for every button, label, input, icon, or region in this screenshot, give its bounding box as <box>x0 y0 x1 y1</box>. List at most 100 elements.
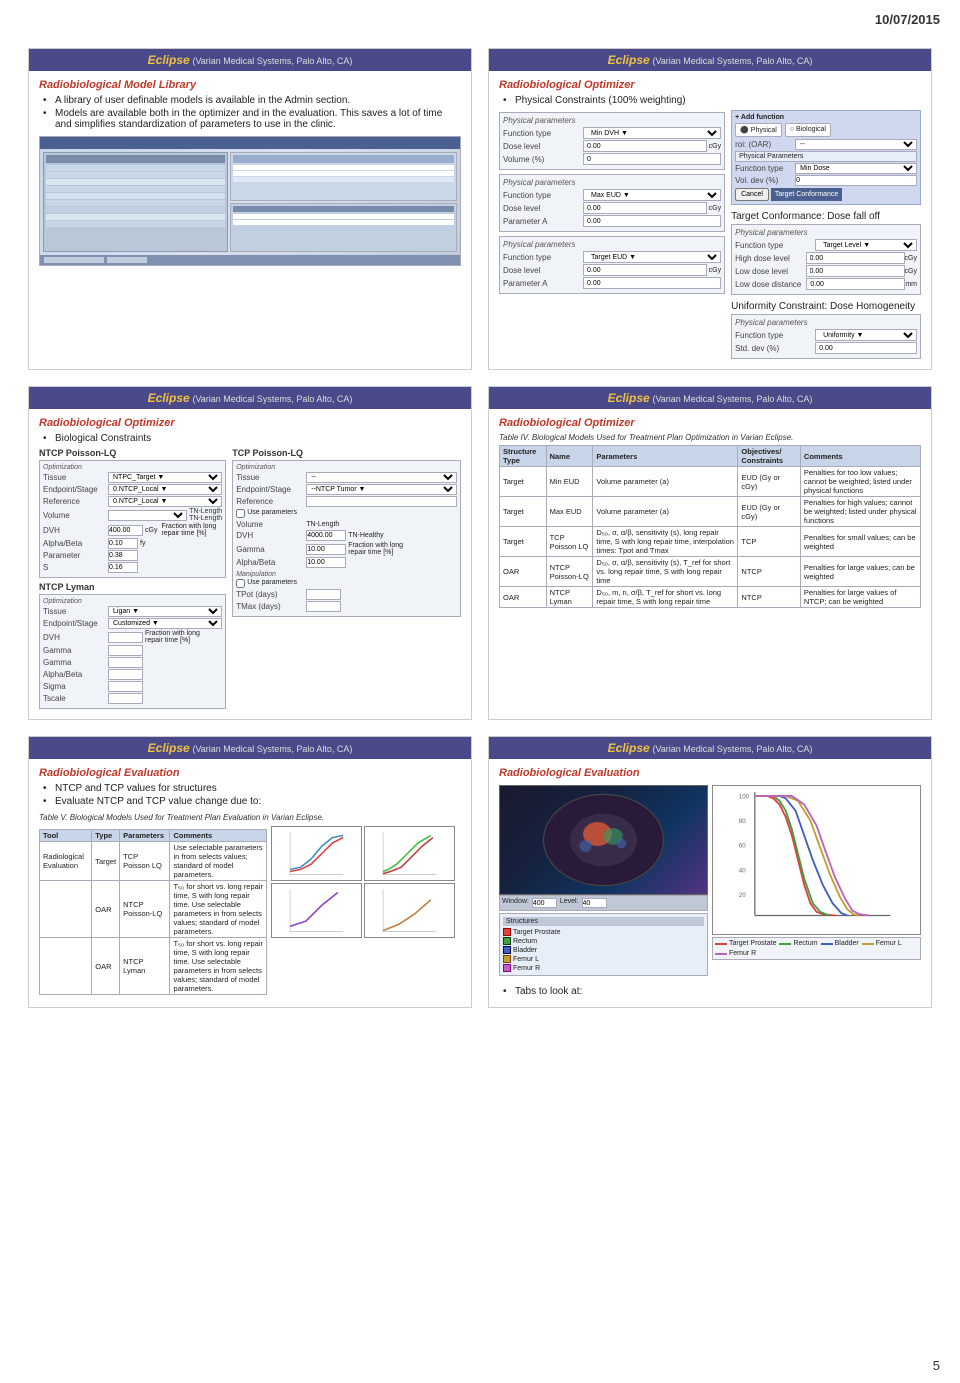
tc-high-input[interactable] <box>806 252 905 264</box>
uc-std-input[interactable] <box>815 342 917 354</box>
row4-comment: Penalties for large values; can be weigh… <box>800 557 920 587</box>
func-type-select[interactable]: Min DVH ▼ <box>583 127 721 139</box>
row5-comment: Penalties for large values of NTCP; can … <box>800 587 920 608</box>
mini-graphs-2 <box>271 883 461 938</box>
uniformity-form: Physical parameters Function type Unifor… <box>731 314 921 359</box>
row5-name: NTCP Lyman <box>546 587 593 608</box>
panel-3-header: Eclipse (Varian Medical Systems, Palo Al… <box>29 387 471 409</box>
add-function-area: + Add function ⚫ Physical ○ Biological r… <box>731 110 921 205</box>
dose-level-input[interactable] <box>583 140 707 152</box>
tcp-tmax-input[interactable] <box>306 601 341 612</box>
dose-level-target-label: Dose level <box>503 266 583 275</box>
lyman-tscale-label: Tscale <box>43 694 108 703</box>
dvh-graph: 100 80 60 40 20 <box>712 785 921 935</box>
ntcp-reference-select[interactable]: 0.NTCP_Local ▼ <box>108 496 222 507</box>
eclipse-subtitle-6: (Varian Medical Systems, Palo Alto, CA) <box>652 744 812 754</box>
legend-bladder: Bladder <box>835 940 859 947</box>
tcp-reference-label: Reference <box>236 497 306 506</box>
panel-1-header: Eclipse (Varian Medical Systems, Palo Al… <box>29 49 471 71</box>
min-max-eud-form: Physical parameters Function type Max EU… <box>499 174 725 232</box>
dose-level-eud-input[interactable] <box>583 202 707 214</box>
eclipse-subtitle-3: (Varian Medical Systems, Palo Alto, CA) <box>192 394 352 404</box>
table-4-title: Table IV. Biological Models Used for Tre… <box>499 433 921 442</box>
ct-window-input[interactable] <box>532 898 557 908</box>
lyman-alpha-input[interactable] <box>108 669 143 680</box>
tcp-endpoint-select[interactable]: --NTCP Tumor ▼ <box>306 484 457 495</box>
ntcp-tissue-select[interactable]: NTPC_Target ▼ <box>108 472 222 483</box>
tc-low-input[interactable] <box>806 265 905 277</box>
eclipse-subtitle-5: (Varian Medical Systems, Palo Alto, CA) <box>192 744 352 754</box>
volume-label: Volume (%) <box>503 155 583 164</box>
tc-func-select[interactable]: Target Level ▼ <box>815 239 917 251</box>
param-a2-input[interactable] <box>583 277 721 289</box>
tcp-volume-label: Volume <box>236 520 306 529</box>
tcp-tmax-label: TMax (days) <box>236 602 306 611</box>
table-row: OAR NTCP Lyman D₅₀, m, n, σ/β, T_ref for… <box>500 587 921 608</box>
tcp-alpha-input[interactable] <box>306 557 346 568</box>
row5-obj: NTCP <box>738 587 801 608</box>
legend-target: Target Prostate <box>729 940 776 947</box>
panel-optimizer-physical: Eclipse (Varian Medical Systems, Palo Al… <box>488 48 932 370</box>
tcp-use-params-cb[interactable] <box>236 509 245 518</box>
lyman-tscale-input[interactable] <box>108 693 143 704</box>
panel-5-header: Eclipse (Varian Medical Systems, Palo Al… <box>29 737 471 759</box>
row1-name: Min EUD <box>546 467 593 497</box>
lyman-s-input[interactable] <box>108 681 143 692</box>
param-a-input[interactable] <box>583 215 721 227</box>
dose-level-label: Dose level <box>503 142 583 151</box>
ntcp-dvh-input[interactable] <box>108 525 143 536</box>
lyman-dvh-input[interactable] <box>108 632 143 643</box>
tcp-use-params2-cb[interactable] <box>236 579 245 588</box>
lyman-gvalue-input[interactable] <box>108 657 143 668</box>
section-title-5: Radiobiological Evaluation <box>39 767 461 779</box>
ct-level-input[interactable] <box>582 898 607 908</box>
tabs-section: Tabs to look at: <box>499 986 921 997</box>
tcp-gamma-input[interactable] <box>306 544 346 555</box>
row4-name: NTCP Poisson-LQ <box>546 557 593 587</box>
tcp-alpha-label: Alpha/Beta <box>236 558 306 567</box>
eval-r2c1 <box>40 881 92 938</box>
ntcp-parameter-input[interactable] <box>108 550 138 561</box>
ntcp-volume-select[interactable] <box>108 510 187 521</box>
ntcp-poisson-form: Optimization Tissue NTPC_Target ▼ Endpoi… <box>39 460 226 578</box>
col-struct-type: Structure Type <box>500 446 547 467</box>
ntcp-tissue-label: Tissue <box>43 473 108 482</box>
uc-func-select[interactable]: Uniformity ▼ <box>815 329 917 341</box>
ntcp-volume-label: Volume <box>43 511 108 520</box>
ntcp-reference-label: Reference <box>43 497 108 506</box>
panel-optimizer-biological: Eclipse (Varian Medical Systems, Palo Al… <box>28 386 472 720</box>
bullets-1: A library of user definable models is av… <box>39 95 461 130</box>
add-btn[interactable]: Target Conformance <box>771 188 842 201</box>
ntcp-s-input[interactable] <box>108 562 138 573</box>
tcp-dvh-input[interactable] <box>306 530 346 541</box>
lyman-tissue-label: Tissue <box>43 607 108 616</box>
lyman-tissue-select[interactable]: Ligan ▼ <box>108 606 222 617</box>
uc-func-label: Function type <box>735 331 815 340</box>
ntcp-endpoint-select[interactable]: 0.NTCP_Local ▼ <box>108 484 222 495</box>
row3-params: D₅₀, σ, α/β, sensitivity (s), long repai… <box>593 527 738 557</box>
tcp-poisson-form: Optimization Tissue -- Endpoint/Stage --… <box>232 460 461 617</box>
eval-col3: Parameters <box>120 830 170 842</box>
lyman-gamma-input[interactable] <box>108 645 143 656</box>
ntcp-lyman-label: NTCP Lyman <box>39 582 226 592</box>
tcp-tpot-input[interactable] <box>306 589 341 600</box>
eval-r1c1: Radiological Evaluation <box>40 842 92 881</box>
tcp-tissue-select[interactable]: -- <box>306 472 457 483</box>
tc-dist-input[interactable] <box>806 278 905 290</box>
dose-level-target-input[interactable] <box>583 264 707 276</box>
eval-col1: Tool <box>40 830 92 842</box>
tcp-use-params-label: Use parameters <box>247 509 297 518</box>
lyman-dvh-label: DVH <box>43 633 108 642</box>
func-type-eud-select[interactable]: Max EUD ▼ <box>583 189 721 201</box>
ntcp-alpha-input[interactable] <box>108 538 138 549</box>
graph-4 <box>364 883 455 938</box>
lyman-endpoint-select[interactable]: Customized ▼ <box>108 618 222 629</box>
volume-input[interactable] <box>583 153 721 165</box>
bullet-3-0: Biological Constraints <box>43 433 461 444</box>
func-type-target-select[interactable]: Target EUD ▼ <box>583 251 721 263</box>
row2-name: Max EUD <box>546 497 593 527</box>
row1-params: Volume parameter (a) <box>593 467 738 497</box>
cancel-add-btn[interactable]: Cancel <box>735 188 769 201</box>
row4-params: D₅₀, σ, α/β, sensitivity (s), T_ref for … <box>593 557 738 587</box>
tcp-reference-input[interactable] <box>306 496 457 507</box>
